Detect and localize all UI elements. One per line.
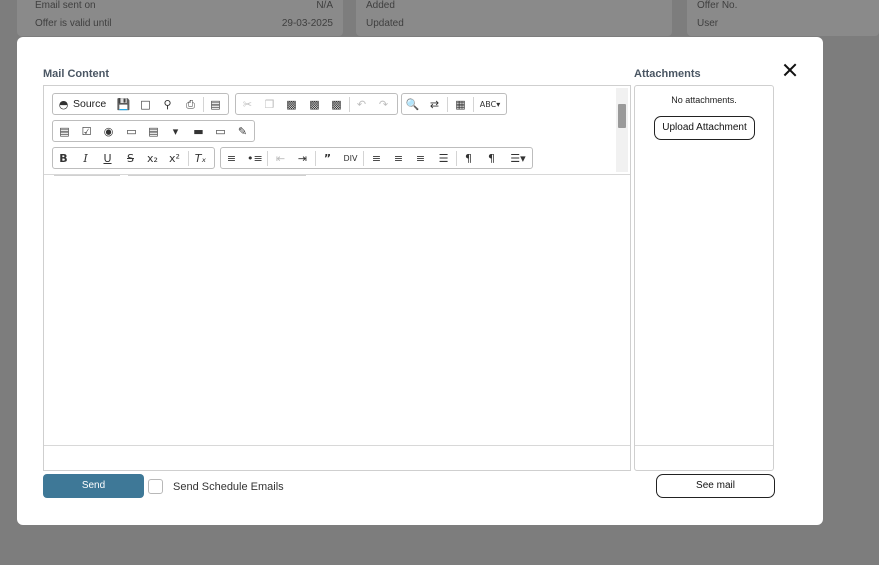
radio-icon[interactable]: ◉ [101, 124, 116, 139]
scrollbar-thumb[interactable] [618, 104, 626, 128]
textarea-icon[interactable]: ▤ [146, 124, 161, 139]
source-icon[interactable]: ◓ [56, 97, 71, 112]
paste-word-icon[interactable]: ▩ [329, 97, 344, 112]
strikethrough-icon[interactable]: S [123, 151, 138, 166]
underline-icon[interactable]: U [100, 151, 115, 166]
replace-icon[interactable]: ⇄ [427, 97, 442, 112]
toolbar-separator [447, 97, 448, 112]
toolbar-separator [363, 151, 364, 166]
bg-label-user: User [697, 18, 719, 29]
toolbar-group-forms: ▤ ☑ ◉ ▭ ▤ ▾ ▬ ▭ ✎ [52, 120, 255, 142]
toolbar-separator [473, 97, 474, 112]
toolbar-separator [267, 151, 268, 166]
bg-label-added: Added [366, 0, 395, 11]
background-card-email: Email sent on N/A Offer is valid until 2… [17, 0, 343, 36]
toolbar-group-document: ◓ Source 💾 □ ⚲ ⎙ ▤ [52, 93, 229, 115]
undo-icon[interactable]: ↶ [354, 97, 369, 112]
schedule-emails-checkbox[interactable] [148, 479, 163, 494]
no-attachments-text: No attachments. [671, 95, 737, 105]
find-icon[interactable]: 🔍 [405, 97, 420, 112]
toolbar-scrollbar[interactable] [616, 88, 628, 172]
editor-toolbar: ◓ Source 💾 □ ⚲ ⎙ ▤ ✂ ❐ ▩ ▩ ▩ ↶ ↷ 🔍 ⇄ ▦ A… [44, 86, 630, 175]
bg-label-valid-until: Offer is valid until [35, 18, 112, 29]
subscript-icon[interactable]: x₂ [145, 151, 160, 166]
image-button-icon[interactable]: ▭ [213, 124, 228, 139]
bulleted-list-icon[interactable]: •≡ [247, 151, 263, 166]
align-right-icon[interactable]: ≡ [413, 151, 428, 166]
toolbar-separator [188, 151, 189, 166]
schedule-emails-label: Send Schedule Emails [173, 481, 284, 493]
ltr-icon[interactable]: ¶ [461, 151, 476, 166]
rich-text-editor: ◓ Source 💾 □ ⚲ ⎙ ▤ ✂ ❐ ▩ ▩ ▩ ↶ ↷ 🔍 ⇄ ▦ A… [43, 85, 631, 471]
align-center-icon[interactable]: ≡ [391, 151, 406, 166]
bold-icon[interactable]: B [56, 151, 71, 166]
background-card-dates: Added Updated [356, 0, 672, 36]
toolbar-separator [203, 97, 204, 112]
paste-text-icon[interactable]: ▩ [307, 97, 322, 112]
toolbar-group-clipboard: ✂ ❐ ▩ ▩ ▩ ↶ ↷ [235, 93, 398, 115]
save-icon[interactable]: 💾 [116, 97, 131, 112]
cut-icon[interactable]: ✂ [240, 97, 255, 112]
close-icon[interactable] [783, 63, 797, 77]
italic-icon[interactable]: I [78, 151, 93, 166]
redo-icon[interactable]: ↷ [376, 97, 391, 112]
remove-format-icon[interactable]: Tₓ [193, 151, 208, 166]
mail-content-title: Mail Content [43, 68, 109, 80]
bg-label-email-sent: Email sent on [35, 0, 96, 11]
div-icon[interactable]: DIV [343, 151, 358, 166]
print-icon[interactable]: ⎙ [183, 97, 198, 112]
copy-icon[interactable]: ❐ [262, 97, 277, 112]
hidden-toolbar-edge [54, 175, 120, 176]
attachments-footer [635, 445, 773, 470]
blockquote-icon[interactable]: ” [320, 151, 335, 166]
templates-icon[interactable]: ▤ [208, 97, 223, 112]
toolbar-group-paragraph: ≡ •≡ ⇤ ⇥ ” DIV ≡ ≡ ≡ ☰ ¶ ¶ ☰▾ [220, 147, 533, 169]
bg-label-updated: Updated [366, 18, 404, 29]
attachments-panel: No attachments. Upload Attachment [634, 85, 774, 471]
select-all-icon[interactable]: ▦ [453, 97, 468, 112]
checkbox-icon[interactable]: ☑ [79, 124, 94, 139]
new-page-icon[interactable]: □ [138, 97, 153, 112]
select-icon[interactable]: ▾ [168, 124, 183, 139]
mail-modal: Mail Content Attachments ◓ Source 💾 □ ⚲ … [17, 37, 823, 525]
paste-icon[interactable]: ▩ [284, 97, 299, 112]
justify-icon[interactable]: ☰ [436, 151, 451, 166]
align-left-icon[interactable]: ≡ [369, 151, 384, 166]
spellcheck-icon[interactable]: ABC▾ [478, 97, 502, 112]
outdent-icon[interactable]: ⇤ [273, 151, 288, 166]
toolbar-separator [349, 97, 350, 112]
toolbar-group-editing: 🔍 ⇄ ▦ ABC▾ [401, 93, 507, 115]
bg-value-email-sent: N/A [316, 0, 333, 11]
toolbar-separator [456, 151, 457, 166]
hidden-field-icon[interactable]: ✎ [235, 124, 250, 139]
superscript-icon[interactable]: x² [167, 151, 182, 166]
rtl-icon[interactable]: ¶ [484, 151, 499, 166]
numbered-list-icon[interactable]: ≡ [224, 151, 239, 166]
editor-content-area[interactable] [44, 175, 630, 445]
send-button[interactable]: Send [43, 474, 144, 498]
language-icon[interactable]: ☰▾ [506, 151, 530, 166]
attachments-title: Attachments [634, 68, 701, 80]
upload-attachment-button[interactable]: Upload Attachment [654, 116, 755, 140]
toolbar-separator [315, 151, 316, 166]
form-icon[interactable]: ▤ [57, 124, 72, 139]
toolbar-group-basic-styles: B I U S x₂ x² Tₓ [52, 147, 215, 169]
background-card-offer: Offer No. User [687, 0, 879, 36]
bg-label-offer-no: Offer No. [697, 0, 738, 11]
see-mail-button[interactable]: See mail [656, 474, 775, 498]
hidden-toolbar-edge [128, 175, 306, 176]
indent-icon[interactable]: ⇥ [295, 151, 310, 166]
source-button[interactable]: Source [73, 98, 106, 110]
bg-value-valid-until: 29-03-2025 [281, 18, 333, 29]
textfield-icon[interactable]: ▭ [124, 124, 139, 139]
editor-status-bar [44, 445, 630, 470]
button-icon[interactable]: ▬ [191, 124, 206, 139]
preview-icon[interactable]: ⚲ [160, 97, 175, 112]
